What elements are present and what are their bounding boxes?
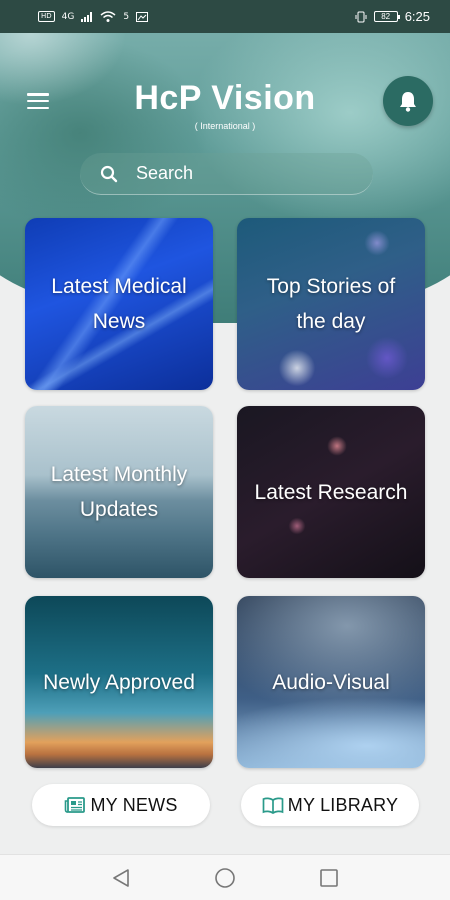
status-right: 82 6:25: [355, 9, 430, 24]
my-news-button[interactable]: MY NEWS: [32, 784, 210, 826]
notification-button[interactable]: [383, 76, 433, 126]
hd-badge: HD: [38, 11, 55, 22]
my-news-label: MY NEWS: [90, 794, 178, 815]
tile-audio-visual[interactable]: Audio-Visual: [237, 596, 425, 768]
home-button[interactable]: [214, 867, 236, 889]
status-left: HD 4G 5: [38, 10, 149, 23]
system-nav-bar: [0, 854, 450, 900]
recents-button[interactable]: [318, 867, 340, 889]
network-small: 5: [123, 11, 130, 22]
back-triangle-icon: [113, 868, 129, 887]
wifi-icon: [100, 10, 116, 22]
back-button[interactable]: [110, 867, 132, 889]
my-library-label: MY LIBRARY: [287, 794, 399, 815]
home-circle-icon: [215, 867, 235, 888]
my-library-button[interactable]: MY LIBRARY: [241, 784, 419, 826]
tile-label: Audio-Visual: [272, 670, 390, 694]
network-indicator: 4G: [61, 11, 75, 22]
tile-label: Top Stories of the day: [266, 275, 396, 333]
vibrate-icon: [355, 11, 367, 22]
tile-latest-research[interactable]: Latest Research: [237, 406, 425, 578]
battery-indicator: 82: [373, 11, 400, 22]
app-subtitle: ( International ): [194, 121, 256, 131]
gallery-icon: [136, 11, 149, 22]
tile-label: Latest Medical News: [51, 275, 187, 333]
tile-label: Newly Approved: [43, 670, 195, 694]
tile-top-stories[interactable]: Top Stories of the day: [237, 218, 425, 390]
book-icon: [262, 797, 284, 814]
tile-latest-medical-news[interactable]: Latest Medical News: [25, 218, 213, 390]
search-icon: [100, 165, 118, 182]
bell-icon: [400, 92, 416, 112]
status-time: 6:25: [404, 9, 430, 24]
search-input[interactable]: [136, 163, 336, 184]
recents-square-icon: [320, 868, 338, 887]
newspaper-icon: [65, 797, 86, 813]
tile-latest-monthly-updates[interactable]: Latest Monthly Updates: [25, 406, 213, 578]
signal-icon: [81, 11, 93, 22]
tile-label: Latest Research: [254, 480, 408, 504]
tile-newly-approved[interactable]: Newly Approved: [25, 596, 213, 768]
search-bar[interactable]: [80, 153, 373, 195]
status-bar: HD 4G 5 82 6:25: [0, 0, 450, 33]
tile-label: Latest Monthly Updates: [50, 463, 188, 521]
